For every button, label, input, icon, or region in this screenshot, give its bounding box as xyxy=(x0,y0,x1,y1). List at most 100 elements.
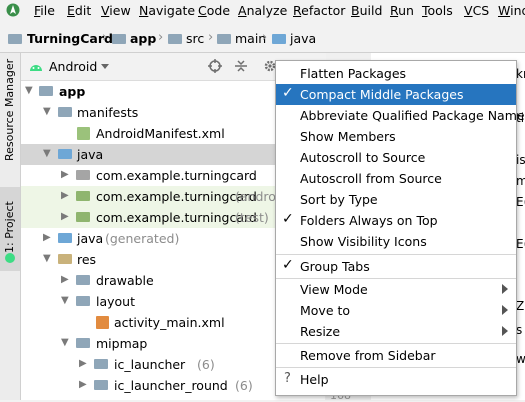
expanded-arrow-icon[interactable]: ▼ xyxy=(43,148,51,159)
folder-icon xyxy=(76,296,90,306)
tree-item-label: res xyxy=(77,252,97,267)
menu-item-label: Compact Middle Packages xyxy=(300,87,464,102)
menu-item-show-visibility-icons[interactable]: Show Visibility Icons xyxy=(276,231,516,252)
manifest-file-icon xyxy=(77,127,90,140)
menu-build[interactable]: Build xyxy=(351,3,382,18)
breadcrumb-module[interactable]: app xyxy=(130,31,156,46)
menu-edit[interactable]: Edit xyxy=(67,3,91,18)
menu-item-label: Abbreviate Qualified Package Names xyxy=(300,108,525,123)
java-folder-icon xyxy=(272,34,286,44)
collapsed-arrow-icon[interactable]: ▶ xyxy=(61,190,69,201)
menu-item-label: Autoscroll from Source xyxy=(300,171,442,186)
expanded-arrow-icon[interactable]: ▼ xyxy=(61,337,69,348)
menu-item-abbreviate-qualified-package-names[interactable]: Abbreviate Qualified Package Names xyxy=(276,105,525,126)
menu-item-resize[interactable]: Resize xyxy=(276,321,516,342)
code-fragment: E( xyxy=(516,237,525,251)
tree-item-label: layout xyxy=(96,294,136,309)
locate-file-icon[interactable] xyxy=(208,59,222,73)
menu-item-flatten-packages[interactable]: Flatten Packages xyxy=(276,63,516,84)
menu-item-label: Help xyxy=(300,372,329,387)
menu-item-label: Autoscroll to Source xyxy=(300,150,426,165)
submenu-arrow-icon xyxy=(502,284,508,294)
menu-item-group-tabs[interactable]: ✓ Group Tabs xyxy=(276,256,516,277)
project-tab[interactable]: 1: Project xyxy=(3,201,16,253)
menu-vcs[interactable]: VCS xyxy=(464,3,489,18)
menu-item-label: Show Visibility Icons xyxy=(300,234,427,249)
expanded-arrow-icon[interactable]: ▼ xyxy=(25,85,33,96)
menu-bar: File Edit View Navigate Code Analyze Ref… xyxy=(0,0,525,22)
submenu-arrow-icon xyxy=(502,305,508,315)
tree-item-label: ic_launcher xyxy=(114,357,186,372)
breadcrumb-java[interactable]: java xyxy=(290,31,316,46)
android-icon xyxy=(30,65,42,71)
navigation-bar: TurningCard › app › src › main › java xyxy=(0,26,525,53)
tree-item-suffix: (generated) xyxy=(105,231,180,246)
menu-window[interactable]: Window xyxy=(498,3,525,18)
submenu-arrow-icon xyxy=(502,326,508,336)
menu-file[interactable]: File xyxy=(34,3,55,18)
source-folder-icon xyxy=(58,149,72,159)
tree-item-label: app xyxy=(59,84,86,99)
expanded-arrow-icon[interactable]: ▼ xyxy=(43,253,51,264)
code-fragment: E( xyxy=(516,195,525,209)
collapsed-arrow-icon[interactable]: ▶ xyxy=(61,211,69,222)
menu-item-show-members[interactable]: Show Members xyxy=(276,126,516,147)
expanded-arrow-icon[interactable]: ▼ xyxy=(61,295,69,306)
tree-item-label: drawable xyxy=(96,273,154,288)
menu-item-label: Move to xyxy=(300,303,351,318)
module-folder-icon xyxy=(112,34,126,44)
help-icon: ? xyxy=(284,371,291,386)
collapsed-arrow-icon[interactable]: ▶ xyxy=(79,358,87,369)
menu-item-label: View Mode xyxy=(300,282,368,297)
generated-folder-icon xyxy=(58,233,72,243)
menu-item-label: Show Members xyxy=(300,129,396,144)
menu-view[interactable]: View xyxy=(101,3,131,18)
breadcrumb-project[interactable]: TurningCard xyxy=(27,31,113,46)
menu-item-remove-from-sidebar[interactable]: Remove from Sidebar xyxy=(276,345,516,366)
tree-item-label: mipmap xyxy=(96,336,148,351)
menu-code[interactable]: Code xyxy=(198,3,230,18)
menu-run[interactable]: Run xyxy=(390,3,414,18)
checkmark-icon: ✓ xyxy=(282,257,294,273)
breadcrumb-src[interactable]: src xyxy=(186,31,204,46)
tree-item-label: ic_launcher_round xyxy=(114,378,228,393)
project-options-menu: Flatten Packages ✓ Compact Middle Packag… xyxy=(275,60,525,396)
project-folder-icon xyxy=(8,34,22,44)
menu-item-label: Folders Always on Top xyxy=(300,213,438,228)
menu-item-help[interactable]: ? Help xyxy=(276,369,516,390)
folder-icon xyxy=(58,107,72,117)
expanded-arrow-icon[interactable]: ▼ xyxy=(43,106,51,117)
checkmark-icon: ✓ xyxy=(282,85,294,101)
resource-folder-icon xyxy=(58,254,72,264)
menu-navigate[interactable]: Navigate xyxy=(139,3,195,18)
menu-tools[interactable]: Tools xyxy=(422,3,453,18)
tree-item-suffix: (androi xyxy=(235,189,280,204)
tree-item-suffix: (6) xyxy=(197,357,215,372)
test-package-icon xyxy=(76,191,90,201)
menu-item-move-to[interactable]: Move to xyxy=(276,300,516,321)
breadcrumb-separator: › xyxy=(262,30,268,45)
code-fragment: Z xyxy=(516,299,525,313)
android-studio-logo-icon xyxy=(6,3,20,17)
menu-analyze[interactable]: Analyze xyxy=(238,3,287,18)
xml-file-icon xyxy=(96,316,109,329)
collapse-all-icon[interactable] xyxy=(234,59,248,73)
src-folder-icon xyxy=(168,34,182,44)
menu-item-sort-by-type[interactable]: Sort by Type xyxy=(276,189,516,210)
collapsed-arrow-icon[interactable]: ▶ xyxy=(61,169,69,180)
menu-item-autoscroll-to-source[interactable]: Autoscroll to Source xyxy=(276,147,516,168)
menu-item-autoscroll-from-source[interactable]: Autoscroll from Source xyxy=(276,168,516,189)
menu-item-label: Remove from Sidebar xyxy=(300,348,436,363)
folder-icon xyxy=(94,359,108,369)
menu-item-folders-always-on-top[interactable]: ✓ Folders Always on Top xyxy=(276,210,516,231)
menu-item-compact-middle-packages[interactable]: ✓ Compact Middle Packages xyxy=(276,84,516,105)
view-selector[interactable]: Android xyxy=(49,59,97,74)
folder-icon xyxy=(76,338,90,348)
menu-refactor[interactable]: Refactor xyxy=(293,3,345,18)
view-selector-chevron-icon[interactable] xyxy=(101,64,109,69)
collapsed-arrow-icon[interactable]: ▶ xyxy=(43,232,51,243)
collapsed-arrow-icon[interactable]: ▶ xyxy=(79,379,87,390)
menu-item-view-mode[interactable]: View Mode xyxy=(276,279,516,300)
collapsed-arrow-icon[interactable]: ▶ xyxy=(61,274,69,285)
resource-manager-tab[interactable]: Resource Manager xyxy=(3,59,16,161)
